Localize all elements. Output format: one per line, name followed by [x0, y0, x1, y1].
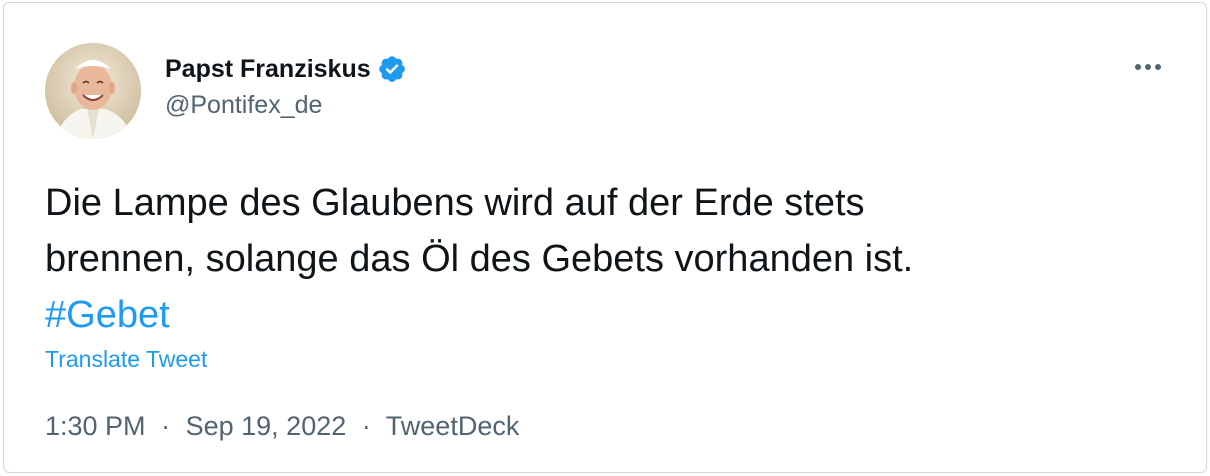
tweet-text-line: brennen, solange das Öl des Gebets vorha…	[45, 238, 914, 280]
verified-badge-icon	[377, 54, 407, 84]
tweet-text: Die Lampe des Glaubens wird auf der Erde…	[45, 175, 1165, 343]
tweet-date[interactable]: Sep 19, 2022	[186, 411, 347, 441]
tweet-source[interactable]: TweetDeck	[386, 411, 520, 441]
author-display-name[interactable]: Papst Franziskus	[165, 55, 371, 84]
author-name-row: Papst Franziskus	[165, 51, 407, 87]
hashtag-link[interactable]: #Gebet	[45, 287, 1165, 343]
tweet-time[interactable]: 1:30 PM	[45, 411, 146, 441]
more-horizontal-icon	[1135, 64, 1161, 70]
more-options-button[interactable]	[1130, 55, 1166, 79]
author-handle[interactable]: @Pontifex_de	[165, 91, 322, 120]
tweet-card: Papst Franziskus @Pontifex_de Die Lampe …	[3, 2, 1207, 473]
meta-separator: ·	[361, 411, 371, 441]
translate-tweet-link[interactable]: Translate Tweet	[45, 346, 207, 373]
tweet-metadata: 1:30 PM · Sep 19, 2022 · TweetDeck	[45, 411, 519, 442]
avatar-image	[45, 43, 141, 139]
tweet-text-line: Die Lampe des Glaubens wird auf der Erde…	[45, 182, 865, 224]
author-avatar[interactable]	[45, 43, 141, 139]
meta-separator: ·	[161, 411, 171, 441]
